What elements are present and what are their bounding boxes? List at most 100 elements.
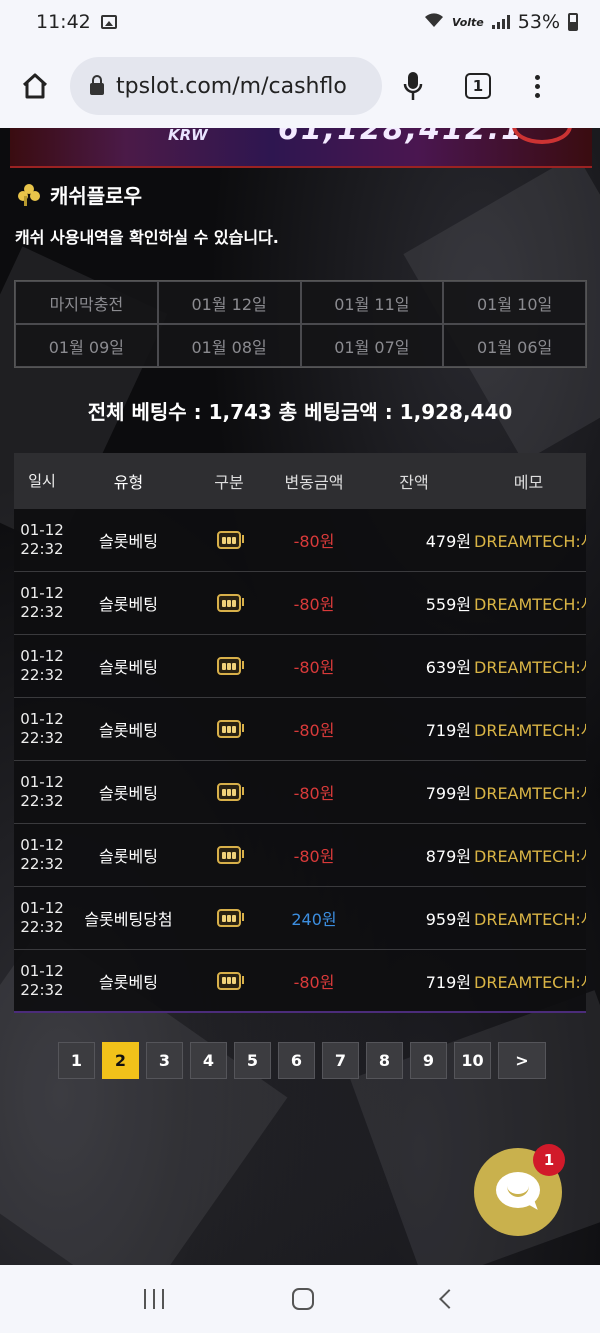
table-row: 01-12 22:32 슬롯베팅 -80원 559원 DREAMTECH:사 — [14, 572, 586, 635]
page-header: 캐쉬플로우 — [18, 180, 142, 209]
row-time: 22:32 — [20, 603, 64, 621]
column-header-type: 유형 — [113, 473, 144, 492]
column-header-balance: 잔액 — [399, 473, 429, 492]
row-time: 22:32 — [20, 666, 64, 684]
recent-apps-icon[interactable] — [144, 1289, 164, 1309]
banner-currency: KRW — [168, 128, 208, 144]
home-nav-icon[interactable] — [292, 1288, 314, 1310]
row-datetime: 01-12 22:32 — [14, 836, 70, 874]
battery-icon — [568, 13, 578, 31]
table-header: 일시 유형 구분 변동금액 잔액 메모 — [14, 453, 586, 509]
pagination: 1 2 3 4 5 6 7 8 9 10 > — [58, 1042, 546, 1079]
date-tab[interactable]: 01월 11일 — [300, 281, 444, 324]
row-category — [187, 971, 271, 990]
page-button[interactable]: 5 — [234, 1042, 271, 1079]
page-button[interactable]: 3 — [146, 1042, 183, 1079]
row-time: 22:32 — [20, 980, 64, 999]
row-type: 슬롯베팅당첨 — [84, 910, 173, 929]
menu-dot — [534, 92, 540, 98]
menu-dot — [534, 83, 540, 89]
back-icon[interactable] — [439, 1289, 459, 1309]
jackpot-banner[interactable]: KRW 61,128,412.1 — [10, 128, 592, 168]
row-amount: -80원 — [293, 721, 335, 740]
slot-machine-icon — [217, 531, 244, 549]
row-date: 01-12 — [20, 899, 64, 917]
page-button[interactable]: 8 — [366, 1042, 403, 1079]
row-balance: 799원 — [425, 784, 471, 803]
slot-machine-icon — [217, 594, 244, 612]
date-tab[interactable]: 01월 09일 — [15, 324, 158, 367]
next-page-button[interactable]: > — [498, 1042, 546, 1079]
chat-notification-badge: 1 — [533, 1144, 565, 1176]
voice-search-button[interactable] — [382, 71, 444, 101]
page-button[interactable]: 2 — [102, 1042, 139, 1079]
table-row: 01-12 22:32 슬롯베팅 -80원 719원 DREAMTECH:사 — [14, 950, 586, 1013]
page-button[interactable]: 4 — [190, 1042, 227, 1079]
row-datetime: 01-12 22:32 — [14, 647, 70, 685]
browser-toolbar: tpslot.com/m/cashflo 1 — [0, 44, 600, 128]
clover-icon — [18, 183, 40, 206]
mic-icon — [403, 72, 423, 100]
page-button[interactable]: 10 — [454, 1042, 491, 1079]
url-text: tpslot.com/m/cashflo — [116, 73, 347, 99]
column-header-datetime: 일시 — [28, 471, 56, 490]
row-memo: DREAMTECH:사 — [474, 910, 586, 929]
row-memo: DREAMTECH:사 — [474, 658, 586, 677]
row-datetime: 01-12 22:32 — [14, 584, 70, 622]
row-date: 01-12 — [20, 521, 64, 539]
row-category — [187, 594, 271, 612]
row-amount: -80원 — [293, 658, 335, 677]
row-type: 슬롯베팅 — [99, 595, 158, 614]
page-button[interactable]: 1 — [58, 1042, 95, 1079]
row-type: 슬롯베팅 — [99, 721, 158, 740]
row-amount: 240원 — [291, 910, 337, 929]
row-time: 22:32 — [20, 729, 64, 747]
row-memo: DREAMTECH:사 — [474, 595, 586, 614]
row-amount: -80원 — [293, 532, 335, 551]
row-type: 슬롯베팅 — [99, 784, 158, 803]
slot-machine-icon — [217, 657, 244, 675]
slot-machine-icon — [217, 783, 244, 801]
chat-bubble-icon — [496, 1172, 540, 1214]
row-date: 01-12 — [20, 836, 64, 854]
system-nav-bar — [0, 1265, 600, 1333]
row-memo: DREAMTECH:사 — [474, 972, 586, 992]
row-memo: DREAMTECH:사 — [474, 721, 586, 740]
row-date: 01-12 — [20, 773, 64, 791]
volte-label: Volte — [452, 15, 484, 29]
page-button[interactable]: 7 — [322, 1042, 359, 1079]
date-filter-grid: 마지막충전 01월 12일 01월 11일 01월 10일 01월 09일 01… — [14, 280, 587, 368]
date-tab[interactable]: 01월 06일 — [443, 324, 586, 367]
browser-menu-button[interactable] — [512, 74, 562, 98]
row-balance: 879원 — [425, 847, 471, 866]
tab-switcher-button[interactable]: 1 — [444, 73, 512, 99]
url-bar[interactable]: tpslot.com/m/cashflo — [70, 57, 382, 115]
date-tab[interactable]: 01월 12일 — [157, 281, 301, 324]
date-tab[interactable]: 01월 08일 — [157, 324, 301, 367]
status-indicators: Volte 53% — [424, 11, 578, 33]
column-header-memo: 메모 — [513, 473, 544, 492]
page-content: KRW 61,128,412.1 캐쉬플로우 캐쉬 사용내역을 확인하실 수 있… — [0, 128, 600, 1265]
page-button[interactable]: 9 — [410, 1042, 447, 1079]
home-icon — [22, 73, 48, 99]
table-row: 01-12 22:32 슬롯베팅 -80원 879원 DREAMTECH:사 — [14, 824, 586, 887]
row-date: 01-12 — [20, 584, 64, 602]
row-memo: DREAMTECH:사 — [474, 784, 586, 803]
date-tab[interactable]: 마지막충전 — [15, 281, 158, 324]
column-header-amount: 변동금액 — [284, 473, 344, 492]
background-shard — [350, 990, 600, 1265]
row-type: 슬롯베팅 — [99, 658, 158, 677]
row-balance: 959원 — [425, 910, 471, 929]
page-button[interactable]: 6 — [278, 1042, 315, 1079]
cashflow-table: 일시 유형 구분 변동금액 잔액 메모 01-12 22:32 슬롯베팅 -80원 47… — [14, 453, 586, 1013]
browser-home-button[interactable] — [0, 56, 70, 116]
table-row: 01-12 22:32 슬롯베팅 -80원 479원 DREAMTECH:사 — [14, 509, 586, 572]
date-tab[interactable]: 01월 07일 — [300, 324, 444, 367]
date-tab[interactable]: 01월 10일 — [443, 281, 586, 324]
row-category — [187, 846, 271, 864]
lock-icon — [90, 75, 104, 95]
menu-dot — [534, 74, 540, 80]
row-category — [187, 720, 271, 738]
signal-icon — [491, 15, 510, 29]
table-row: 01-12 22:32 슬롯베팅 -80원 799원 DREAMTECH:사 — [14, 761, 586, 824]
